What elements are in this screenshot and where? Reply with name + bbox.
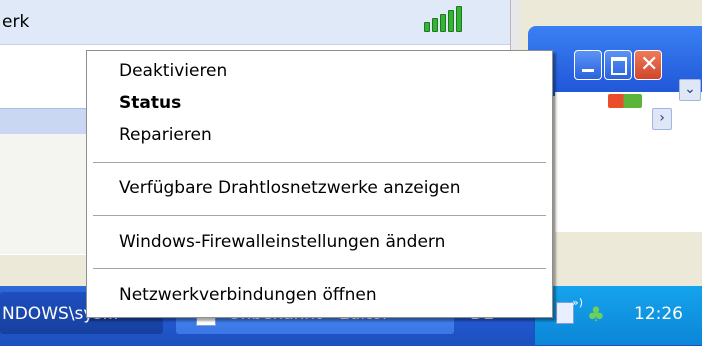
connection-name-label: erk [2,12,30,32]
maximize-button[interactable] [604,50,632,80]
menu-separator [93,268,546,269]
scroll-right-button[interactable]: › [652,108,672,130]
signal-strength-icon [424,6,462,32]
menu-item-deactivate[interactable]: Deaktivieren [119,61,227,81]
security-tray-icon[interactable]: ♣ [587,302,605,326]
chevron-down-icon[interactable]: ⌄ [679,79,701,101]
menu-item-open-network-connections[interactable]: Netzwerkverbindungen öffnen [119,285,377,305]
minimize-button[interactable] [574,50,602,80]
menu-item-status[interactable]: Status [119,93,181,113]
windows-logo-icon [608,94,642,108]
wireless-connection-row[interactable]: erk [0,0,510,45]
menu-item-firewall-settings[interactable]: Windows-Firewalleinstellungen ändern [119,232,445,252]
menu-separator [93,215,546,216]
clock[interactable]: 12:26 [634,304,683,324]
menu-separator [93,162,546,163]
window-client-area [555,92,702,232]
close-icon: ✕ [640,52,659,77]
wireless-wave-icon: ») [572,296,584,309]
close-button[interactable]: ✕ [634,50,662,80]
menu-item-repair[interactable]: Reparieren [119,125,212,145]
context-menu: Deaktivieren Status Reparieren Verfügbar… [86,50,553,318]
menu-item-view-wireless-networks[interactable]: Verfügbare Drahtlosnetzwerke anzeigen [119,178,461,198]
